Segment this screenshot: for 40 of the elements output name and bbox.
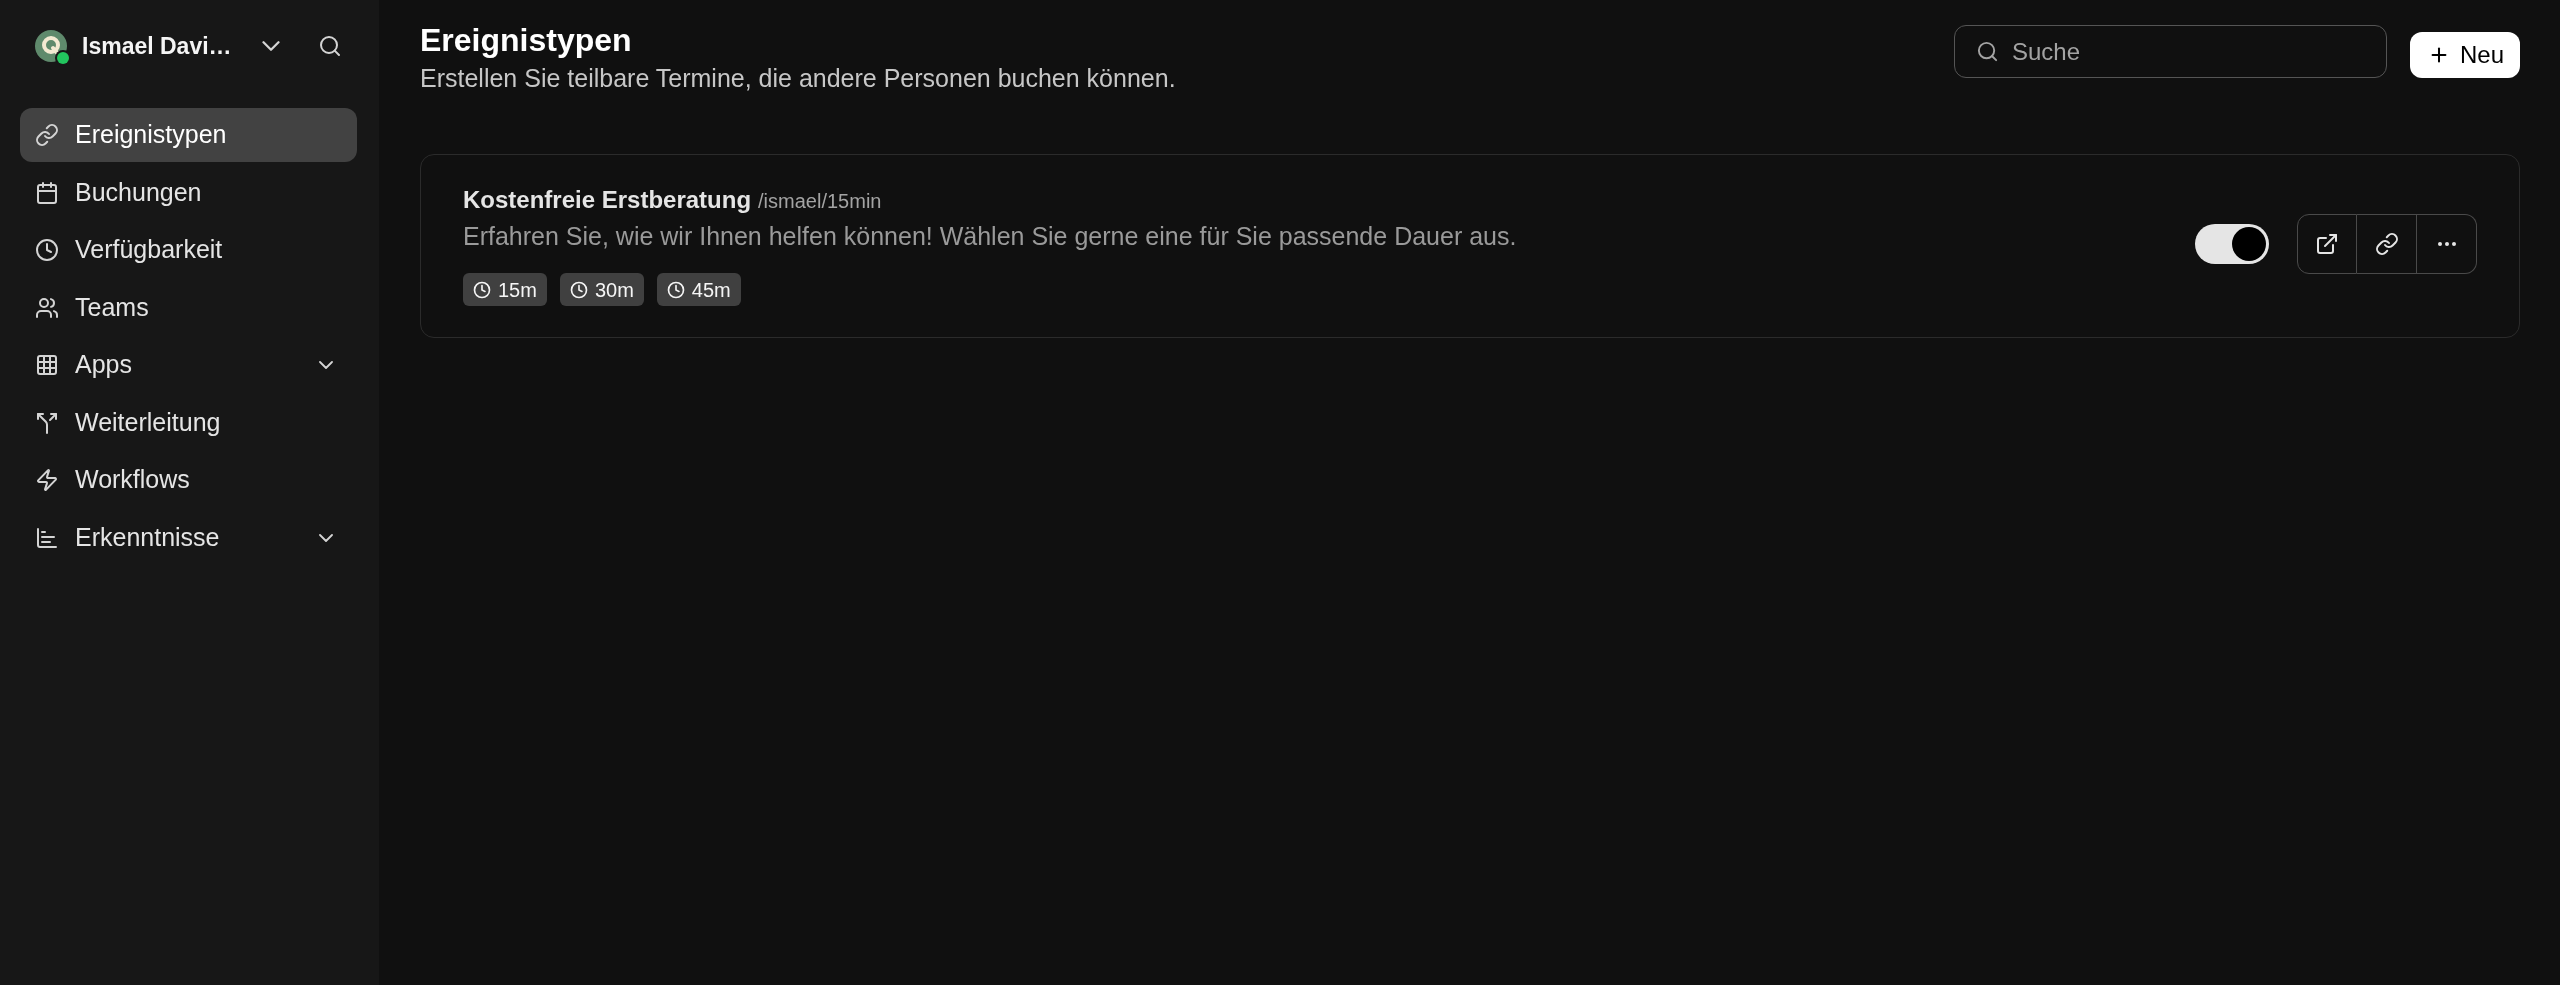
clock-icon (569, 280, 588, 299)
event-type-card[interactable]: Kostenfreie Erstberatung /ismael/15min Erfahren Sie, wie wir Ihnen helfen können! Wählen Sie gerne eine für Sie passende Dauer aus. 15m 30m 45m (420, 154, 2520, 338)
lightning-icon (35, 468, 59, 492)
duration-text: 15m (498, 277, 537, 303)
new-button[interactable]: Neu (2409, 32, 2520, 78)
clock-icon (473, 280, 491, 299)
sidebar-item[interactable]: Verfügbarkeit (20, 223, 357, 277)
copy-link-button[interactable] (2357, 214, 2417, 274)
sidebar-item[interactable]: Weiterleitung (20, 395, 357, 450)
sidebar-item[interactable]: Workflows (20, 453, 357, 507)
clock-icon (35, 238, 59, 262)
page-title: Ereignistypen (420, 21, 633, 60)
event-title: Kostenfreie Erstberatung (463, 185, 752, 215)
more-icon (2437, 242, 2456, 246)
sidebar-item[interactable]: Teams (20, 280, 357, 335)
sidebar-item[interactable]: Apps (20, 338, 357, 392)
sidebar-item[interactable]: Erkenntnisse (20, 510, 357, 565)
search-icon (1975, 40, 1999, 63)
toggle-switch[interactable] (2195, 224, 2269, 264)
search-field[interactable]: Suche (1953, 25, 2387, 78)
event-description: Erfahren Sie, wie wir Ihnen helfen können! Wählen Sie gerne eine für Sie passende Dauer aus. (463, 221, 1517, 251)
external-link-icon (2315, 232, 2339, 256)
duration-text: 45m (691, 277, 731, 303)
sidebar-item[interactable]: Buchungen (20, 165, 357, 220)
user-menu-button[interactable]: Ismael Davi… (82, 30, 280, 62)
preview-button[interactable] (2297, 214, 2357, 274)
duration-text: 30m (594, 277, 634, 303)
split-arrows-icon (35, 410, 59, 435)
link-icon (2374, 232, 2399, 256)
search-icon (318, 34, 342, 58)
bar-chart-icon (35, 525, 59, 550)
grid-icon (35, 353, 59, 377)
calendar-icon (35, 180, 59, 205)
page-subtitle: Erstellen Sie teilbare Termine, die andere Personen buchen können. (420, 63, 1176, 93)
link-icon (35, 123, 59, 147)
event-slug: /ismael/15min (758, 189, 882, 214)
sidebar-item[interactable]: Ereignistypen (20, 108, 357, 162)
users-icon (35, 295, 59, 320)
clock-icon (666, 280, 685, 299)
chevron-down-icon (261, 41, 280, 51)
